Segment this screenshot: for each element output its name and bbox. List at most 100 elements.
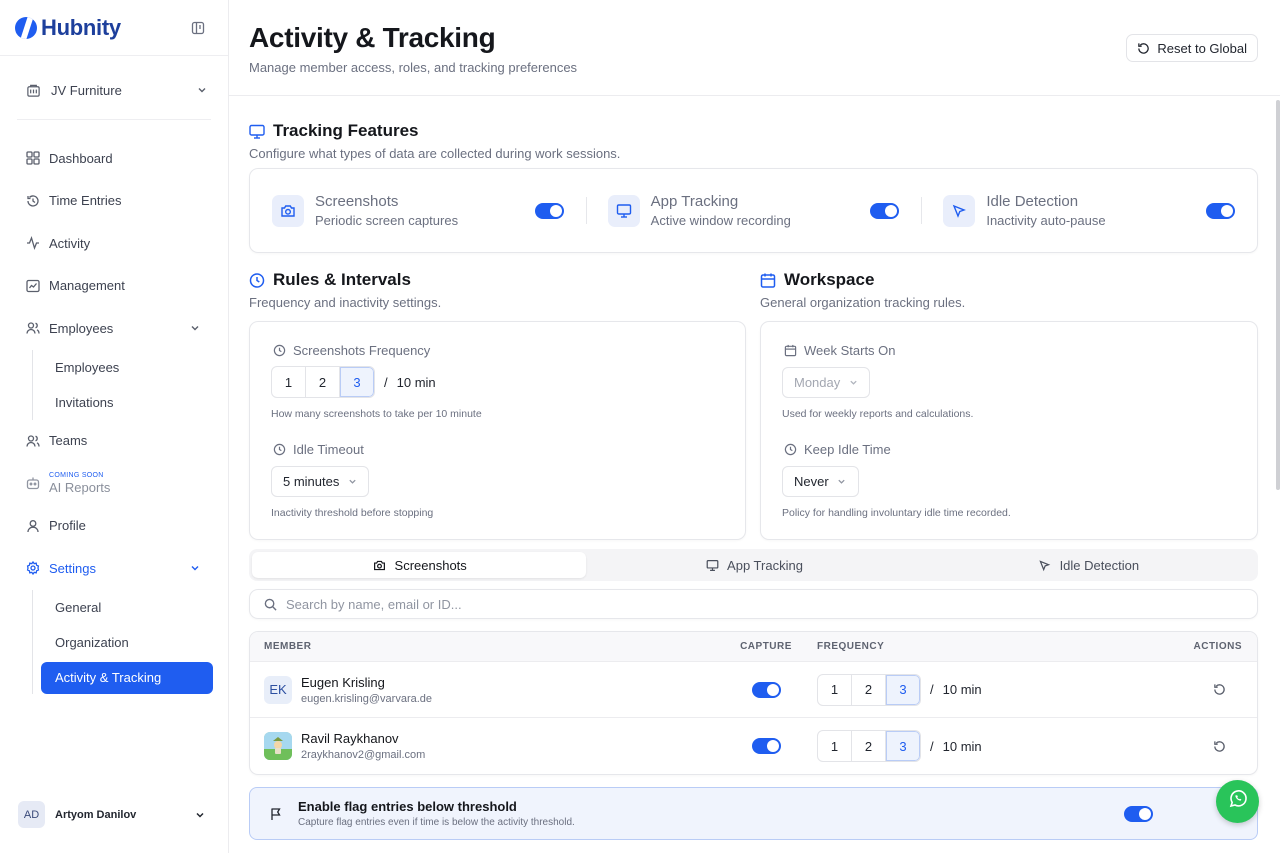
collapse-sidebar-icon[interactable] [190,20,206,36]
reset-row-icon[interactable] [1211,682,1227,698]
search-input[interactable]: Search by name, email or ID... [286,597,462,612]
capture-toggle[interactable] [751,681,781,698]
gear-icon [25,560,41,576]
tab-label: Idle Detection [1059,557,1140,573]
camera-icon [272,194,304,227]
avatar [264,732,292,760]
field-label: Keep Idle Time [782,441,1236,457]
frequency-selector: 1 2 3 / 10 min [271,366,724,398]
sidebar-nav: Dashboard Time Entries Activity Manageme… [0,137,228,694]
flag-entries-card: Enable flag entries below threshold Capt… [249,787,1258,840]
tracking-section-head: Tracking Features Configure what types o… [249,121,620,161]
week-starts-select[interactable]: Monday [782,367,871,398]
member-search[interactable]: Search by name, email or ID... [249,589,1258,619]
page-scrollbar[interactable] [1276,100,1280,490]
flag-desc: Capture flag entries even if time is bel… [298,817,575,828]
freq-option-1[interactable]: 1 [818,731,852,761]
reset-to-global-button[interactable]: Reset to Global [1126,34,1258,62]
org-name: JV Furniture [51,82,122,98]
members-table: MEMBER CAPTURE FREQUENCY ACTIONS EK Euge… [249,631,1258,775]
submenu-item-organization[interactable]: Organization [32,625,228,660]
col-header-actions: ACTIONS [1193,641,1242,652]
main-content: Activity & Tracking Manage member access… [229,0,1280,853]
chevron-down-icon [194,82,210,98]
freq-unit: 10 min [942,682,982,697]
sidebar-item-profile[interactable]: Profile [0,505,228,548]
section-title: Tracking Features [249,121,620,141]
keep-idle-select[interactable]: Never [782,466,859,497]
feature-desc: Inactivity auto-pause [986,213,1106,228]
tab-idle-detection[interactable]: Idle Detection [921,552,1255,578]
app-tracking-toggle[interactable] [870,202,900,219]
page-title: Activity & Tracking [249,22,496,53]
submenu-item-employees[interactable]: Employees [32,350,228,385]
whatsapp-chat-button[interactable] [1216,780,1259,823]
section-title: Workspace [760,270,965,290]
freq-slash: / [930,682,934,697]
monitor-icon [704,557,720,573]
reset-row-icon[interactable] [1211,738,1227,754]
logo-row: Hubnity [0,0,228,56]
tab-app-tracking[interactable]: App Tracking [586,552,920,578]
monitor-icon [607,194,640,227]
tracking-subtitle: Configure what types of data are collect… [249,146,621,161]
freq-option-2[interactable]: 2 [852,731,886,761]
field-label: Screenshots Frequency [271,342,724,358]
idle-detection-toggle[interactable] [1206,202,1236,219]
freq-option-1[interactable]: 1 [272,367,306,397]
sidebar-item-dashboard[interactable]: Dashboard [0,137,228,180]
org-switcher[interactable]: JV Furniture [25,76,210,104]
user-name: Artyom Danilov [55,808,137,821]
submenu-item-general[interactable]: General [32,590,228,625]
submenu-item-invitations[interactable]: Invitations [32,385,228,420]
logo[interactable]: Hubnity [15,15,121,41]
sidebar-item-employees[interactable]: Employees [0,307,228,350]
sidebar-item-time-entries[interactable]: Time Entries [0,180,228,223]
flag-entries-toggle[interactable] [1124,805,1153,822]
sidebar-item-label: AI Reports [49,479,111,495]
sidebar-item-ai-reports[interactable]: COMING SOON AI Reports [0,462,228,505]
member-info: Eugen Krisling eugen.krisling@varvara.de [301,675,432,705]
chevron-down-icon [187,320,203,336]
history-icon [25,193,41,209]
freq-option-2[interactable]: 2 [852,674,886,705]
screenshots-toggle[interactable] [534,202,564,219]
frequency-cell: 1 2 3 / 10 min [802,673,1137,706]
bot-icon [25,475,41,491]
freq-option-3[interactable]: 3 [886,674,920,705]
sidebar-item-label: Teams [49,433,88,449]
chevron-down-icon [848,375,858,391]
capture-toggle[interactable] [751,738,781,754]
idle-label: Idle Timeout [293,441,364,457]
tab-screenshots[interactable]: Screenshots [252,552,587,578]
member-info: Ravil Raykhanov 2raykhanov2@gmail.com [301,731,425,761]
section-title: Rules & Intervals [249,270,441,290]
member-email: 2raykhanov2@gmail.com [301,749,426,761]
workspace-title: Workspace [784,270,875,289]
feature-tabs: Screenshots App Tracking Idle Detection [249,549,1258,581]
feature-app-tracking: App Tracking Active window recording [585,169,922,252]
sidebar-item-teams[interactable]: Teams [0,420,228,463]
freq-unit: 10 min [942,738,982,754]
sidebar-item-settings[interactable]: Settings [0,547,228,590]
capture-cell [730,738,802,754]
feature-title: Idle Detection [986,193,1079,210]
users-icon [25,320,41,336]
logo-mark-icon [15,16,37,39]
feature-desc: Active window recording [650,213,791,228]
idle-timeout-select[interactable]: 5 minutes [271,466,370,497]
user-menu[interactable]: AD Artyom Danilov [18,801,208,828]
sidebar-item-management[interactable]: Management [0,265,228,308]
freq-help: How many screenshots to take per 10 minu… [271,408,482,420]
divider [17,119,211,120]
select-value: Monday [794,375,841,390]
sidebar-item-activity[interactable]: Activity [0,222,228,265]
freq-option-2[interactable]: 2 [306,367,340,397]
rules-subtitle: Frequency and inactivity settings. [249,295,442,310]
freq-option-3[interactable]: 3 [886,731,920,761]
freq-option-1[interactable]: 1 [818,674,852,705]
clock-icon [271,342,287,358]
frequency-cell: 1 2 3 / 10 min [802,730,1137,762]
freq-option-3[interactable]: 3 [340,367,374,397]
submenu-item-activity-tracking[interactable]: Activity & Tracking [41,661,213,694]
